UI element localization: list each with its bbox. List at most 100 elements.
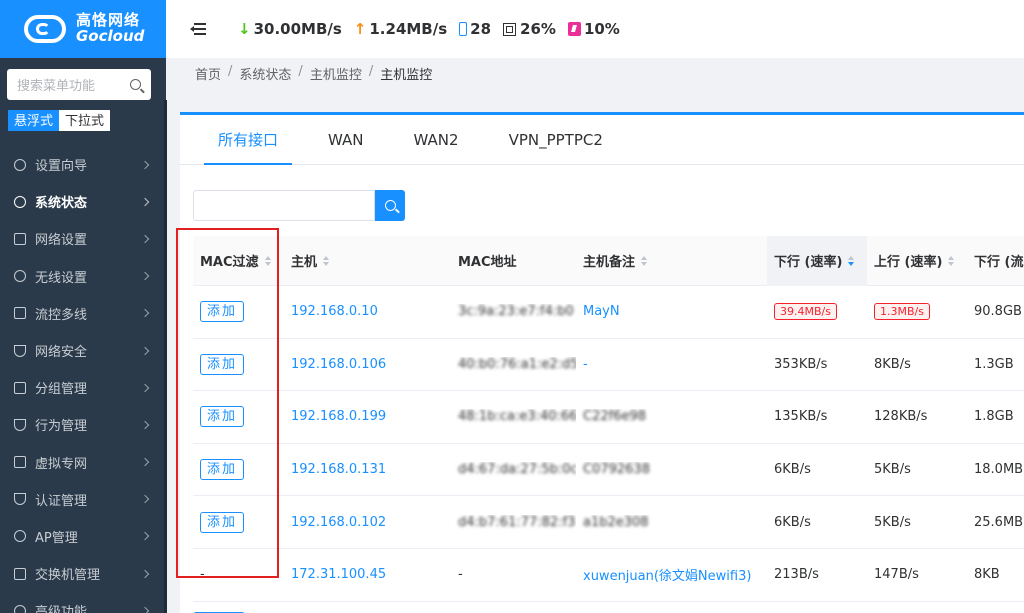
down-total: 18.0MB (974, 462, 1024, 478)
host-table: MAC过滤 主机 MAC地址 主机备注 下行 (速率) 上行 (速率) 下行 (… (193, 235, 1024, 602)
monitor-icon (14, 232, 26, 245)
host-note-link[interactable]: - (583, 357, 588, 372)
table-row: 添加 192.168.0.131 d4:67:da:27:5b:0c C0792… (193, 444, 1024, 497)
host-note-link[interactable]: C22f6e98 (583, 409, 646, 424)
cpu-usage: 26% (503, 20, 556, 38)
host-ip-link[interactable]: 192.168.0.106 (291, 357, 386, 372)
col-host-note[interactable]: 主机备注 (576, 251, 767, 270)
sort-desc-icon[interactable] (848, 255, 855, 266)
tab-all-interfaces[interactable]: 所有接口 (204, 115, 293, 165)
host-search-input[interactable] (193, 190, 375, 221)
network-icon (14, 307, 26, 320)
table-row: 添加 192.168.0.102 d4:b7:61:77:82:f3 a1b2e… (193, 496, 1024, 549)
sidebar-item-switch[interactable]: 交换机管理 (0, 555, 166, 592)
shield-icon (14, 344, 26, 357)
phone-icon (459, 22, 468, 36)
down-rate: 6KB/s (774, 462, 811, 478)
wifi-icon (14, 270, 26, 283)
breadcrumb-home[interactable]: 首页 (195, 64, 221, 83)
sidebar-item-advanced[interactable]: 高级功能 (0, 592, 166, 613)
breadcrumb-host-monitor[interactable]: 主机监控 (310, 64, 362, 83)
search-icon[interactable] (130, 79, 141, 90)
mode-floating-button[interactable]: 悬浮式 (8, 110, 60, 131)
brand-text: 高恪网络 Gocloud (76, 12, 145, 45)
switch-icon (14, 567, 26, 580)
chevron-right-icon (140, 457, 150, 467)
arrow-down-icon: ↓ (238, 20, 251, 38)
sidebar-item-groups[interactable]: 分组管理 (0, 369, 166, 406)
tab-vpn-pptpc2[interactable]: VPN_PPTPC2 (495, 115, 617, 164)
chevron-right-icon (140, 569, 150, 578)
sort-icon[interactable] (948, 255, 955, 266)
chevron-right-icon (140, 606, 150, 613)
sidebar-item-security[interactable]: 网络安全 (0, 332, 166, 369)
sidebar-item-label: 虚拟专网 (35, 456, 88, 472)
col-up-rate[interactable]: 上行 (速率) (867, 251, 967, 270)
sidebar-item-ap[interactable]: AP管理 (0, 518, 166, 555)
sidebar-item-auth[interactable]: 认证管理 (0, 481, 166, 518)
col-down-total[interactable]: 下行 (流 (967, 251, 1024, 270)
host-note-link[interactable]: MayN (583, 304, 620, 319)
host-note-link[interactable]: xuwenjuan(徐文娟Newifi3) (583, 565, 751, 584)
ap-icon (14, 530, 26, 543)
table-row: 添加 192.168.0.10 3c:9a:23:e7:f4:b0 MayN 3… (193, 286, 1024, 339)
down-total: 8KB (974, 567, 1000, 583)
sidebar-item-system-status[interactable]: 系统状态 (0, 183, 166, 220)
logo-bar[interactable]: 高恪网络 Gocloud (0, 0, 166, 58)
table-row: - 172.31.100.45 - xuwenjuan(徐文娟Newifi3) … (193, 549, 1024, 602)
cpu-usage-value: 26% (520, 20, 556, 38)
host-ip-link[interactable]: 192.168.0.10 (291, 304, 378, 319)
host-note-link[interactable]: a1b2e308 (583, 515, 649, 530)
filter-icon (14, 418, 26, 431)
chevron-right-icon (140, 532, 150, 541)
sort-icon[interactable] (323, 255, 330, 266)
col-mac-address[interactable]: MAC地址 (451, 251, 576, 270)
breadcrumb-system-status[interactable]: 系统状态 (239, 64, 291, 83)
brand-name-en: Gocloud (76, 27, 145, 45)
col-label: 下行 (速率) (774, 255, 843, 270)
col-label: MAC地址 (458, 255, 517, 270)
host-ip-link[interactable]: 192.168.0.199 (291, 409, 386, 424)
collapse-menu-icon[interactable] (190, 23, 206, 35)
host-ip-link[interactable]: 172.31.100.45 (291, 567, 386, 582)
host-ip-link[interactable]: 192.168.0.131 (291, 462, 386, 477)
sidebar-item-behavior[interactable]: 行为管理 (0, 406, 166, 443)
tab-wan[interactable]: WAN (314, 115, 378, 164)
sidebar-item-setup-wizard[interactable]: 设置向导 (0, 146, 166, 183)
download-speed-value: 30.00MB/s (253, 20, 342, 38)
tab-wan2[interactable]: WAN2 (400, 115, 473, 164)
sidebar-item-label: 分组管理 (35, 382, 88, 398)
down-rate: 353KB/s (774, 356, 828, 372)
host-monitor-card: 所有接口 WAN WAN2 VPN_PPTPC2 MAC过滤 主机 MAC地址 … (180, 112, 1024, 613)
col-host[interactable]: 主机 (284, 251, 451, 270)
sidebar-item-label: 无线设置 (35, 270, 88, 286)
list-icon (14, 381, 26, 394)
down-rate: 6KB/s (774, 514, 811, 530)
check-shield-icon (14, 493, 26, 506)
menu-search-input[interactable]: 搜索菜单功能 (7, 69, 151, 100)
sidebar-scrollbar[interactable] (164, 100, 167, 613)
mode-dropdown-button[interactable]: 下拉式 (59, 110, 111, 131)
table-row: 添加 192.168.0.199 48:1b:ca:e3:40:66 C22f6… (193, 391, 1024, 444)
up-rate: 5KB/s (874, 514, 911, 530)
sidebar-item-vpn[interactable]: 虚拟专网 (0, 444, 166, 481)
interface-tabs: 所有接口 WAN WAN2 VPN_PPTPC2 (180, 115, 1024, 165)
col-down-rate[interactable]: 下行 (速率) (767, 235, 867, 286)
sidebar-item-label: 设置向导 (35, 159, 88, 175)
mac-address: d4:67:da:27:5b:0c (458, 462, 576, 478)
host-search-button[interactable] (375, 190, 405, 221)
chevron-right-icon (140, 420, 150, 430)
chevron-right-icon (140, 160, 150, 169)
sidebar-item-wireless[interactable]: 无线设置 (0, 258, 166, 295)
memory-usage-value: 10% (583, 20, 620, 38)
chevron-right-icon (140, 309, 150, 318)
host-ip-link[interactable]: 192.168.0.102 (291, 515, 386, 530)
download-speed: ↓ 30.00MB/s (238, 20, 342, 38)
upload-speed: ↑ 1.24MB/s (354, 20, 447, 38)
chevron-right-icon (140, 346, 150, 355)
sidebar-item-network-settings[interactable]: 网络设置 (0, 220, 166, 257)
sidebar-item-flow-control[interactable]: 流控多线 (0, 295, 166, 332)
host-note-link[interactable]: C0792638 (583, 462, 650, 477)
sort-icon[interactable] (641, 255, 648, 266)
upload-speed-value: 1.24MB/s (369, 20, 448, 38)
